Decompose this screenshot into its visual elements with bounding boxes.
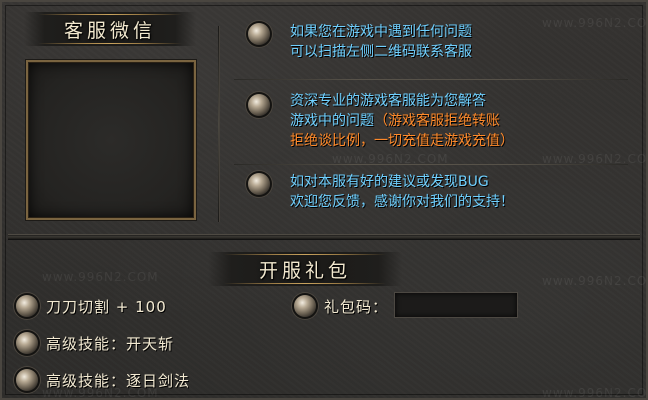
reward-label: 高级技能：开天斩 [46, 335, 175, 353]
info-line: 如对本服有好的建议或发现BUG [290, 174, 489, 190]
info-text: 游戏中的问题 [290, 113, 374, 129]
watermark: www.996N2.COM [542, 386, 648, 400]
rivet-bullet-icon [294, 295, 316, 317]
service-info-2: 资深专业的游戏客服能为您解答 游戏中的问题（游戏客服拒绝转账 拒绝谈比例，一切充… [290, 91, 590, 151]
rivet-bullet-icon [16, 332, 38, 354]
rivet-bullet-icon [248, 94, 270, 116]
vertical-divider [218, 26, 220, 222]
wechat-qr-code [26, 60, 196, 220]
rivet-bullet-icon [248, 23, 270, 45]
gift-code-input[interactable] [394, 292, 518, 318]
info-line: 可以扫描左侧二维码联系客服 [290, 44, 472, 60]
info-line: 资深专业的游戏客服能为您解答 [290, 93, 486, 109]
info-line: 如果您在游戏中遇到任何问题 [290, 24, 472, 40]
reward-label: 刀刀切割 + 100 [46, 298, 167, 316]
rivet-bullet-icon [16, 369, 38, 391]
warning-text: （游戏客服拒绝转账 [374, 113, 500, 129]
info-line: 欢迎您反馈，感谢你对我们的支持！ [290, 194, 514, 210]
customer-service-title-text: 客服微信 [63, 19, 156, 42]
service-info-1: 如果您在游戏中遇到任何问题 可以扫描左侧二维码联系客服 [290, 22, 590, 62]
info-line: 游戏中的问题（游戏客服拒绝转账 [290, 111, 590, 131]
info-separator [234, 164, 628, 165]
rivet-bullet-icon [16, 295, 38, 317]
reward-label: 高级技能：逐日剑法 [46, 372, 191, 390]
section-divider [8, 234, 640, 240]
warning-line: 拒绝谈比例，一切充值走游戏充值） [290, 133, 514, 149]
gift-code-label: 礼包码： [324, 298, 389, 316]
watermark: www.996N2.COM [542, 274, 648, 288]
rivet-bullet-icon [248, 173, 270, 195]
info-separator [234, 79, 628, 80]
watermark: www.996N2.COM [42, 270, 159, 284]
gift-pack-title: 开服礼包 [208, 252, 402, 286]
service-info-3: 如对本服有好的建议或发现BUG 欢迎您反馈，感谢你对我们的支持！ [290, 172, 590, 212]
customer-service-title: 客服微信 [24, 12, 196, 46]
game-service-panel: www.996N2.COM www.996N2.COM www.996N2.CO… [0, 0, 648, 400]
gift-pack-title-text: 开服礼包 [258, 259, 351, 282]
